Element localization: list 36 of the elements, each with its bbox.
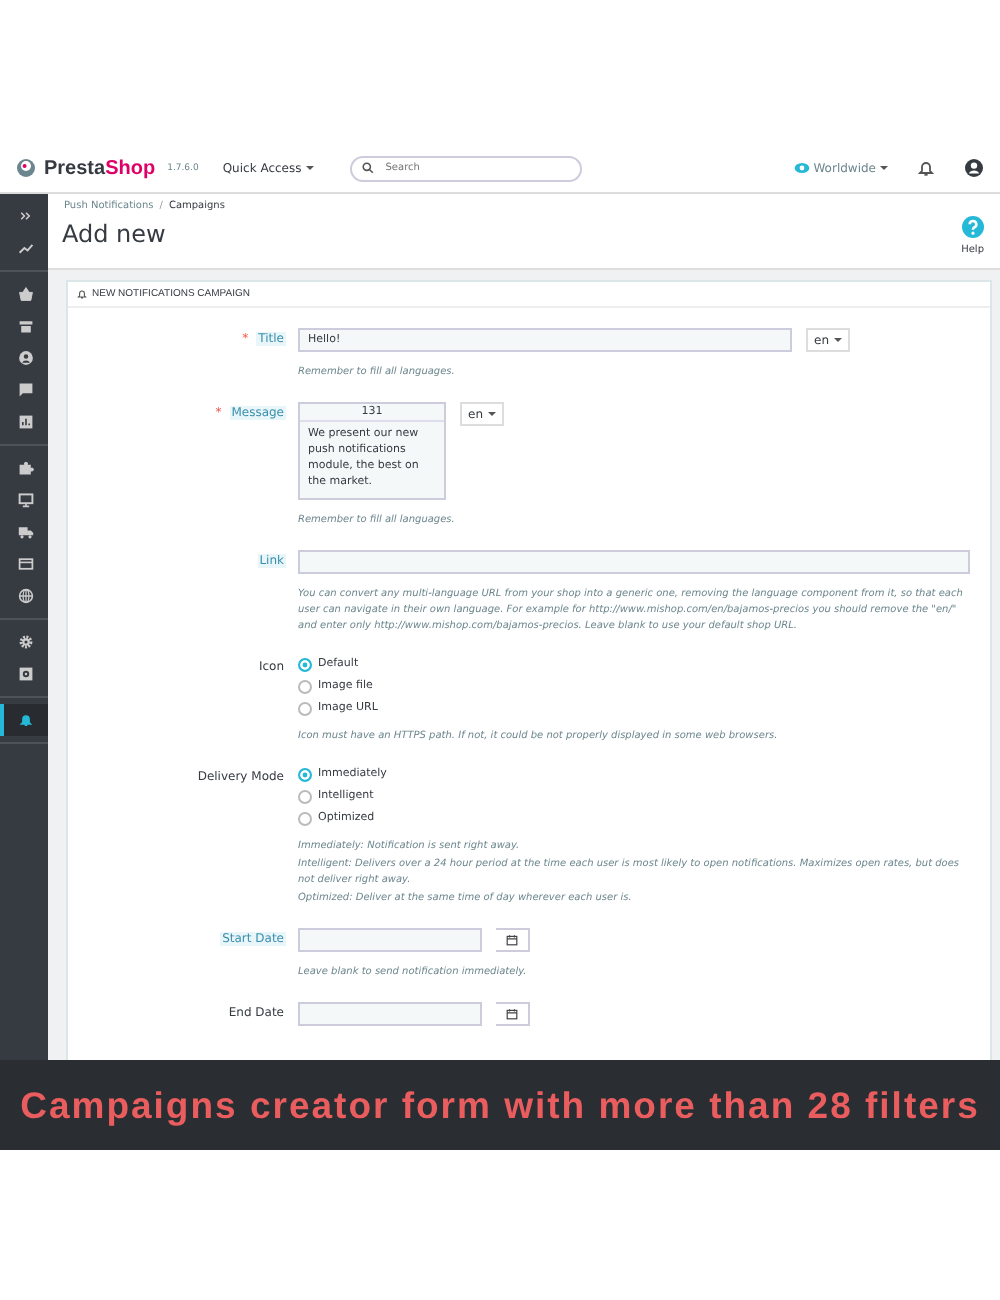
logo-icon (16, 158, 36, 178)
radio-button[interactable] (298, 811, 312, 826)
date-field[interactable] (298, 927, 482, 952)
user-icon[interactable] (18, 350, 34, 366)
date-field[interactable] (298, 1001, 482, 1026)
monitor-icon[interactable] (18, 492, 34, 508)
logo-text: PrestaShop (44, 157, 156, 179)
gear-icon[interactable] (18, 634, 34, 650)
gear-box-icon[interactable] (18, 666, 34, 682)
radio-button[interactable] (298, 789, 312, 804)
page-title: Add new (62, 220, 168, 248)
radio-button[interactable] (298, 679, 312, 694)
card-icon[interactable] (18, 556, 34, 572)
store-icon[interactable] (18, 318, 34, 334)
radio-button[interactable] (298, 657, 312, 672)
user-icon[interactable] (964, 158, 984, 178)
eye-icon (793, 160, 810, 176)
calendar-button[interactable] (496, 927, 530, 952)
calendar-icon (506, 1007, 518, 1020)
caption-banner: Campaigns creator form with more than 28 filters (0, 1060, 1000, 1150)
basket-icon[interactable] (18, 286, 34, 302)
calendar-button[interactable] (496, 1001, 530, 1026)
calendar-icon (506, 933, 518, 946)
truck-icon[interactable] (18, 524, 34, 540)
chart-icon[interactable] (18, 414, 34, 430)
bell-icon[interactable] (18, 712, 34, 728)
radio-button[interactable] (298, 767, 312, 782)
radio-button[interactable] (298, 701, 312, 716)
chevrons-icon[interactable] (18, 208, 34, 224)
trend-icon[interactable] (18, 240, 34, 256)
bell-icon (76, 288, 88, 300)
bell-icon[interactable] (916, 158, 936, 178)
globe-icon[interactable] (18, 588, 34, 604)
puzzle-icon[interactable] (18, 460, 34, 476)
text-field[interactable] (298, 549, 970, 574)
chat-icon[interactable] (18, 382, 34, 398)
